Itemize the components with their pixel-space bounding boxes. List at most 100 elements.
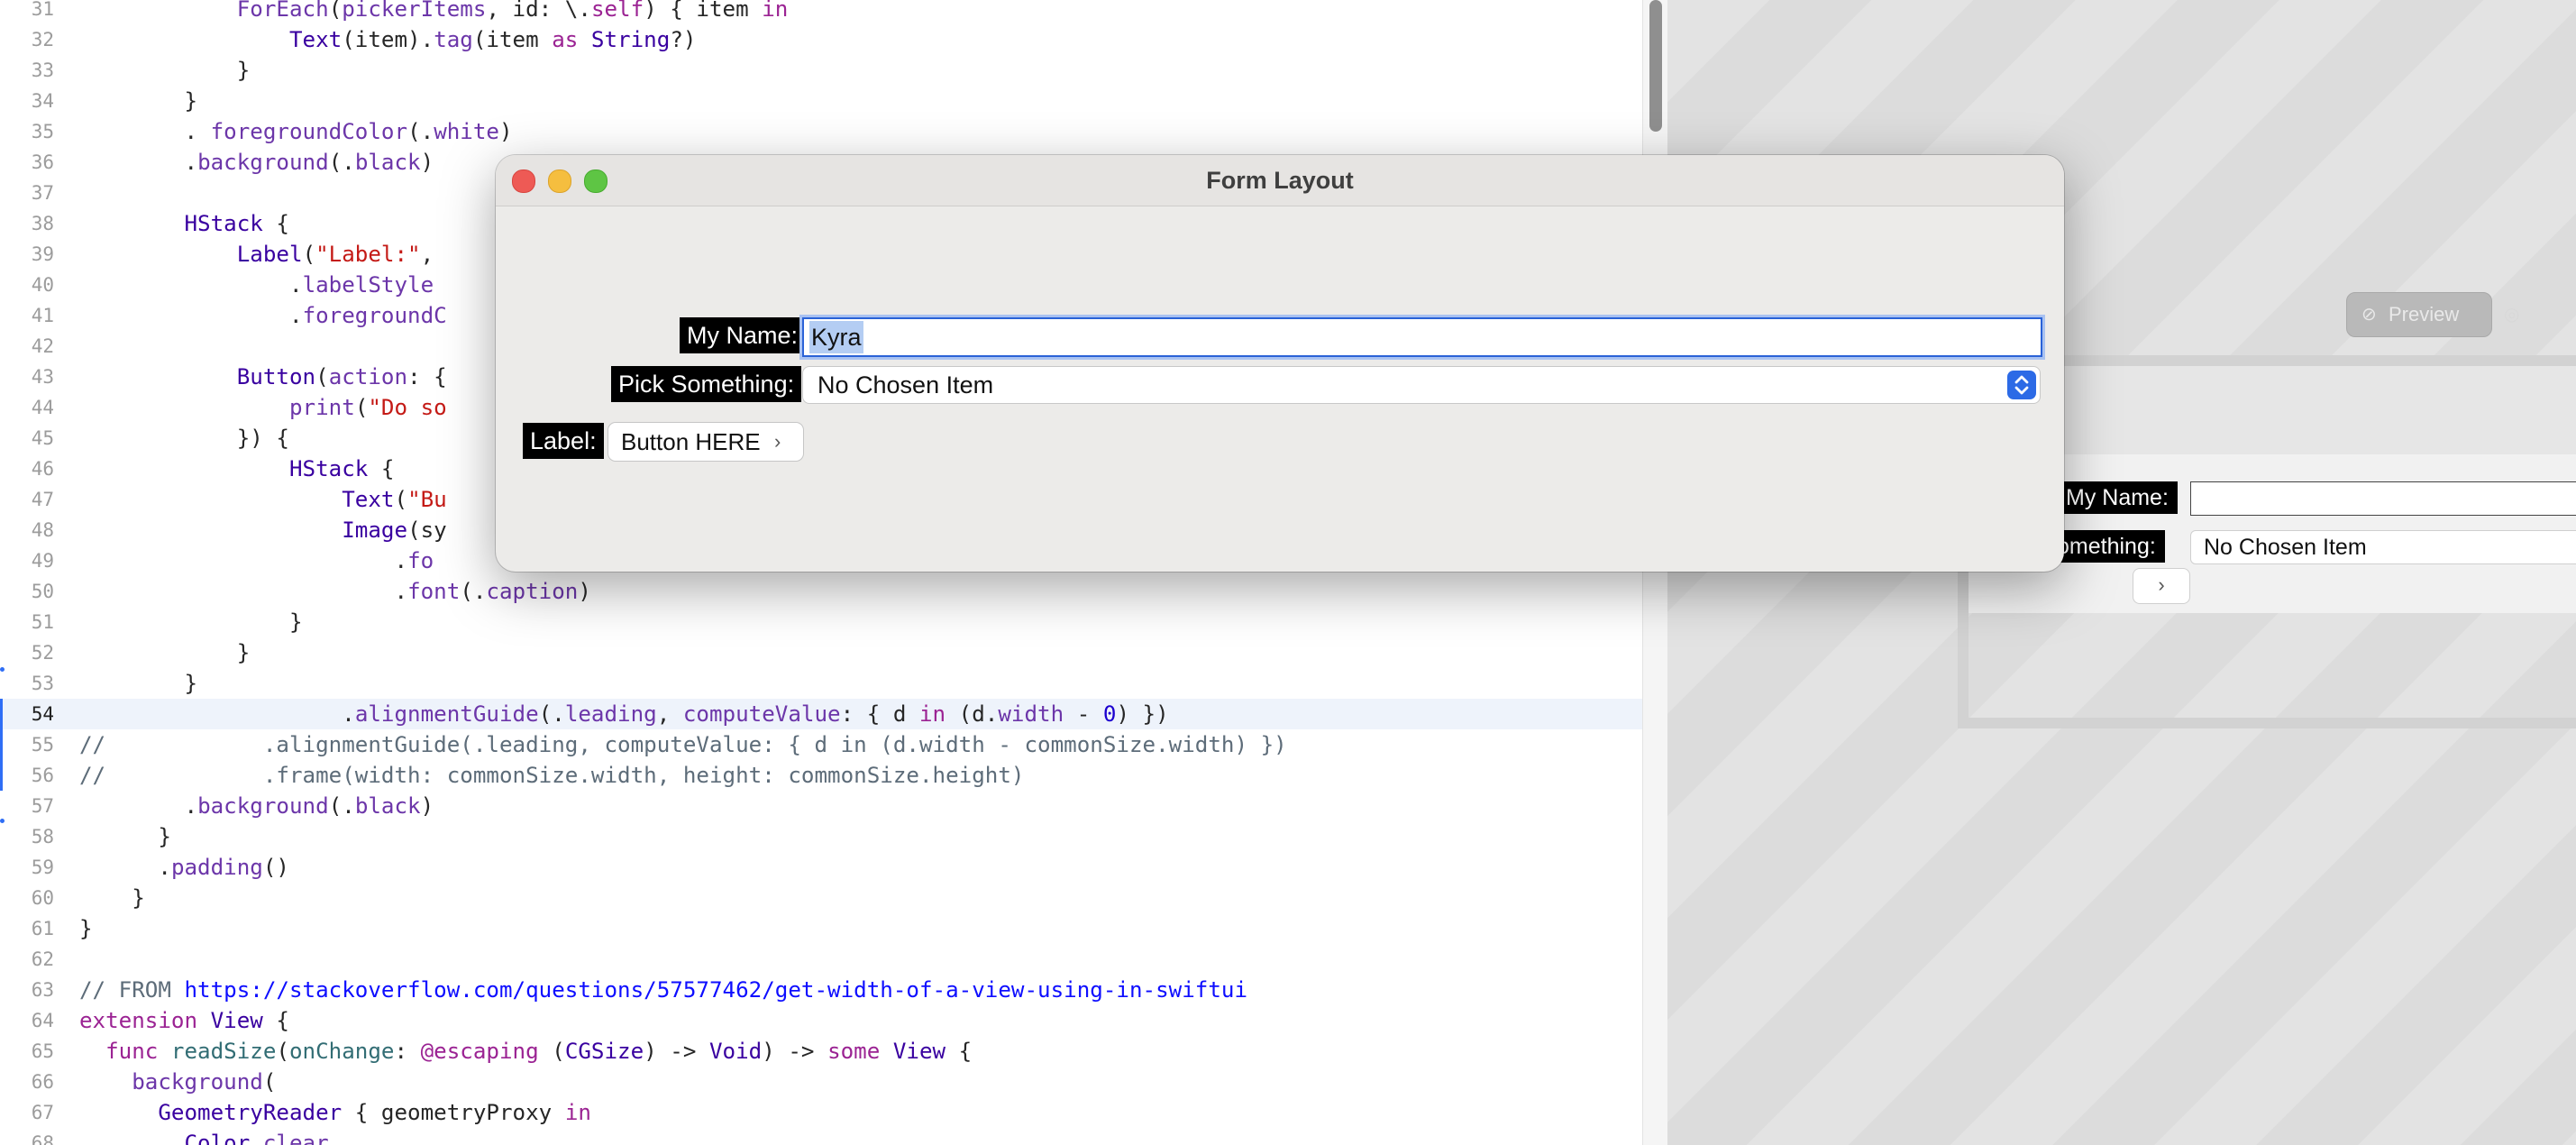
- code-text[interactable]: }: [79, 668, 198, 699]
- code-text[interactable]: print("Do so: [79, 392, 447, 423]
- line-number[interactable]: 37: [0, 178, 54, 208]
- code-text[interactable]: // FROM https://stackoverflow.com/questi…: [79, 975, 1247, 1005]
- code-text[interactable]: }) {: [79, 423, 289, 453]
- code-text[interactable]: ForEach(pickerItems, id: \.self) { item …: [79, 0, 789, 24]
- line-number[interactable]: 55: [0, 729, 54, 760]
- code-text[interactable]: Text("Bu: [79, 484, 447, 515]
- code-line[interactable]: 59 .padding(): [0, 852, 1642, 883]
- line-number[interactable]: 66: [0, 1067, 54, 1097]
- code-text[interactable]: }: [79, 637, 251, 668]
- code-line[interactable]: 64 extension View {: [0, 1005, 1642, 1036]
- line-number[interactable]: 56: [0, 760, 54, 791]
- code-text[interactable]: Image(sy: [79, 515, 447, 545]
- line-number[interactable]: 47: [0, 484, 54, 515]
- code-text[interactable]: }: [79, 55, 251, 86]
- code-line[interactable]: 57 .background(.black): [0, 791, 1642, 821]
- line-number[interactable]: 42: [0, 331, 54, 362]
- code-text[interactable]: GeometryReader { geometryProxy in: [79, 1097, 591, 1128]
- change-marker[interactable]: [0, 667, 5, 672]
- window-titlebar[interactable]: Form Layout: [496, 155, 2064, 206]
- code-text[interactable]: // .alignmentGuide(.leading, computeValu…: [79, 729, 1287, 760]
- code-line[interactable]: 63 // FROM https://stackoverflow.com/ques…: [0, 975, 1642, 1005]
- line-number[interactable]: 40: [0, 270, 54, 300]
- line-number[interactable]: 31: [0, 0, 54, 24]
- line-number[interactable]: 63: [0, 975, 54, 1005]
- code-text[interactable]: .background(.black): [79, 147, 434, 178]
- code-line[interactable]: 50 .font(.caption): [0, 576, 1642, 607]
- code-line[interactable]: 31 ForEach(pickerItems, id: \.self) { it…: [0, 0, 1642, 24]
- code-text[interactable]: Button(action: {: [79, 362, 447, 392]
- code-text[interactable]: extension View {: [79, 1005, 289, 1036]
- code-line[interactable]: 58 }: [0, 821, 1642, 852]
- code-line[interactable]: 35 . foregroundColor(.white): [0, 116, 1642, 147]
- code-text[interactable]: HStack {: [79, 453, 395, 484]
- pick-something-popup[interactable]: No Chosen Item: [802, 366, 2041, 404]
- code-text[interactable]: Text(item).tag(item as String?): [79, 24, 696, 55]
- code-text[interactable]: .background(.black): [79, 791, 434, 821]
- code-text[interactable]: .font(.caption): [79, 576, 591, 607]
- code-text[interactable]: Label("Label:",: [79, 239, 434, 270]
- line-number[interactable]: 61: [0, 913, 54, 944]
- code-text[interactable]: // .frame(width: commonSize.width, heigh…: [79, 760, 1024, 791]
- line-number[interactable]: 62: [0, 944, 54, 975]
- button-here[interactable]: Button HERE ›: [607, 422, 804, 462]
- code-text[interactable]: .foregroundC: [79, 300, 447, 331]
- code-text[interactable]: .labelStyle: [79, 270, 434, 300]
- code-line[interactable]: 55 // .alignmentGuide(.leading, computeVa…: [0, 729, 1642, 760]
- code-text[interactable]: }: [79, 913, 93, 944]
- preview-toggle-button[interactable]: ⊘ Preview ◎: [2346, 292, 2519, 337]
- line-number[interactable]: 48: [0, 515, 54, 545]
- code-line[interactable]: 34 }: [0, 86, 1642, 116]
- code-line[interactable]: 66 background(: [0, 1067, 1642, 1097]
- code-text[interactable]: }: [79, 883, 145, 913]
- code-text[interactable]: background(: [79, 1067, 276, 1097]
- line-number[interactable]: 59: [0, 852, 54, 883]
- line-number[interactable]: 38: [0, 208, 54, 239]
- line-number[interactable]: 39: [0, 239, 54, 270]
- code-line[interactable]: 62: [0, 944, 1642, 975]
- code-line[interactable]: 61}: [0, 913, 1642, 944]
- change-indicator[interactable]: [0, 699, 3, 791]
- code-text[interactable]: . foregroundColor(.white): [79, 116, 513, 147]
- code-line[interactable]: 54 .alignmentGuide(.leading, computeValu…: [0, 699, 1642, 729]
- code-text[interactable]: HStack {: [79, 208, 290, 239]
- code-text[interactable]: .alignmentGuide(.leading, computeValue: …: [79, 699, 1168, 729]
- code-line[interactable]: 33 }: [0, 55, 1642, 86]
- code-text[interactable]: }: [79, 607, 303, 637]
- line-number[interactable]: 51: [0, 607, 54, 637]
- line-number[interactable]: 34: [0, 86, 54, 116]
- line-number[interactable]: 67: [0, 1097, 54, 1128]
- line-number[interactable]: 41: [0, 300, 54, 331]
- code-line[interactable]: 68 Color.clear: [0, 1128, 1642, 1145]
- code-line[interactable]: 52 }: [0, 637, 1642, 668]
- chevron-up-down-icon[interactable]: [2007, 371, 2036, 399]
- line-number[interactable]: 65: [0, 1036, 54, 1067]
- line-number[interactable]: 57: [0, 791, 54, 821]
- code-line[interactable]: 56 // .frame(width: commonSize.width, hei…: [0, 760, 1642, 791]
- code-line[interactable]: 67 GeometryReader { geometryProxy in: [0, 1097, 1642, 1128]
- line-number[interactable]: 52: [0, 637, 54, 668]
- line-number[interactable]: 44: [0, 392, 54, 423]
- line-number[interactable]: 33: [0, 55, 54, 86]
- code-text[interactable]: func readSize(onChange: @escaping (CGSiz…: [79, 1036, 972, 1067]
- code-text[interactable]: Color.clear: [79, 1128, 329, 1145]
- line-number[interactable]: 36: [0, 147, 54, 178]
- code-line[interactable]: 65 func readSize(onChange: @escaping (CG…: [0, 1036, 1642, 1067]
- code-text[interactable]: }: [79, 86, 198, 116]
- code-line[interactable]: 60 }: [0, 883, 1642, 913]
- code-text[interactable]: .padding(): [79, 852, 289, 883]
- code-line[interactable]: 53 }: [0, 668, 1642, 699]
- line-number[interactable]: 49: [0, 545, 54, 576]
- line-number[interactable]: 35: [0, 116, 54, 147]
- line-number[interactable]: 46: [0, 453, 54, 484]
- line-number[interactable]: 43: [0, 362, 54, 392]
- line-number[interactable]: 64: [0, 1005, 54, 1036]
- code-line[interactable]: 32 Text(item).tag(item as String?): [0, 24, 1642, 55]
- code-text[interactable]: }: [79, 821, 171, 852]
- line-number[interactable]: 58: [0, 821, 54, 852]
- line-number[interactable]: 68: [0, 1128, 54, 1145]
- line-number[interactable]: 32: [0, 24, 54, 55]
- code-line[interactable]: 51 }: [0, 607, 1642, 637]
- preview-settings-icon[interactable]: ◎: [2504, 293, 2519, 336]
- line-number[interactable]: 54: [0, 699, 54, 729]
